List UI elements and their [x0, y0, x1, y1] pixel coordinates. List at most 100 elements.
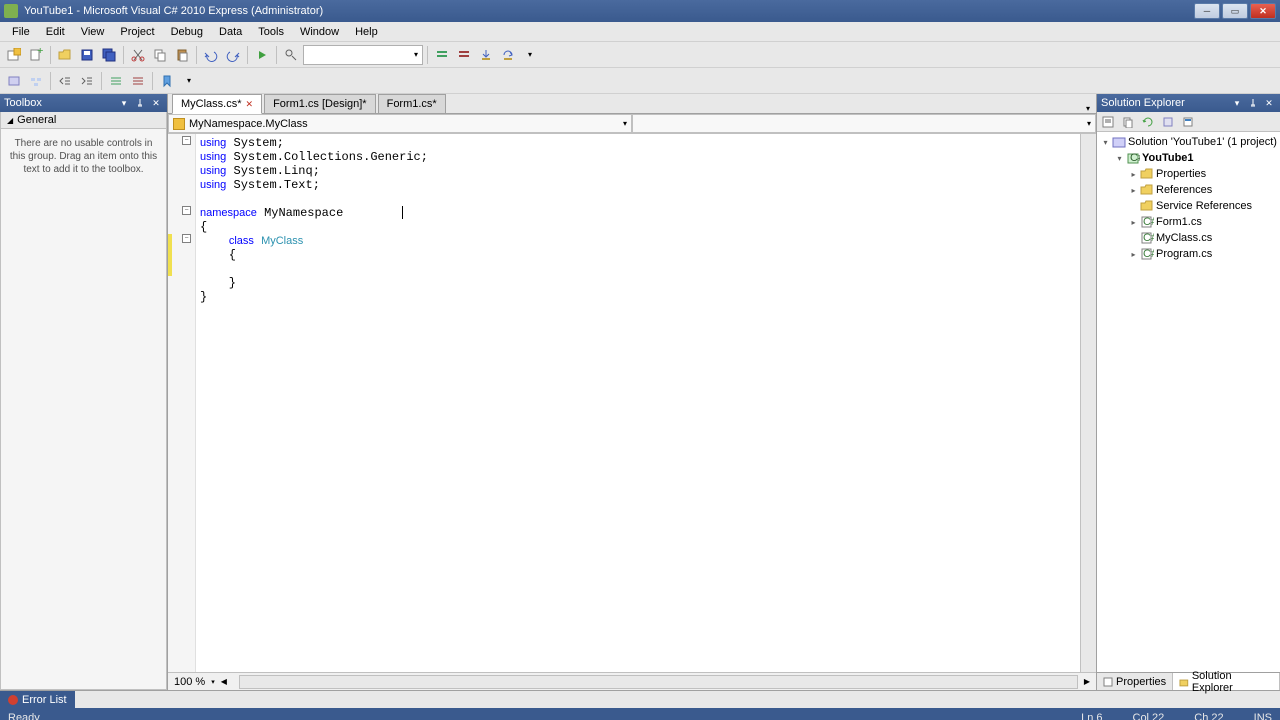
solution-explorer-header: Solution Explorer ▾ ✕ [1097, 94, 1280, 112]
step-over-button[interactable] [498, 45, 518, 65]
minimize-button[interactable]: ─ [1194, 3, 1220, 19]
menu-data[interactable]: Data [211, 24, 250, 40]
toolbox-header: Toolbox ▾ ✕ [0, 94, 167, 112]
folder-icon [1140, 168, 1154, 180]
refresh-button[interactable] [1139, 113, 1157, 131]
tree-expander[interactable] [1129, 234, 1138, 243]
tab-myclass[interactable]: MyClass.cs* ✕ [172, 94, 262, 114]
uncomment-button[interactable] [454, 45, 474, 65]
tree-expander[interactable]: ▾ [1101, 138, 1110, 147]
standard-toolbar: + ▾ ▾ [0, 42, 1280, 68]
find-combo[interactable]: ▾ [303, 45, 423, 65]
properties-button[interactable] [1099, 113, 1117, 131]
new-project-button[interactable] [4, 45, 24, 65]
tree-row[interactable]: C#MyClass.cs [1099, 230, 1278, 246]
status-ins: INS [1254, 712, 1272, 720]
tree-expander[interactable]: ▸ [1129, 186, 1138, 195]
display-class-button[interactable] [4, 71, 24, 91]
toolbox-close-button[interactable]: ✕ [149, 96, 163, 110]
tab-properties[interactable]: Properties [1097, 673, 1173, 690]
tree-expander[interactable]: ▸ [1129, 250, 1138, 259]
copy-button[interactable] [150, 45, 170, 65]
tree-row[interactable]: ▸References [1099, 182, 1278, 198]
close-button[interactable]: ✕ [1250, 3, 1276, 19]
code-text[interactable]: using System; using System.Collections.G… [196, 134, 1080, 672]
horizontal-scrollbar[interactable] [239, 675, 1078, 689]
class-dropdown[interactable]: MyNamespace.MyClass ▾ [168, 114, 632, 133]
tree-row[interactable]: ▸C#Form1.cs [1099, 214, 1278, 230]
toolbox-dropdown-button[interactable]: ▾ [117, 96, 131, 110]
tab-list-dropdown[interactable]: ▾ [1080, 104, 1096, 113]
solution-tree[interactable]: ▾ Solution 'YouTube1' (1 project) ▾C#YouTu… [1097, 132, 1280, 672]
tree-row[interactable]: Service References [1099, 198, 1278, 214]
solution-dropdown-button[interactable]: ▾ [1230, 96, 1244, 110]
save-all-button[interactable] [99, 45, 119, 65]
comment-button[interactable] [432, 45, 452, 65]
undo-button[interactable] [201, 45, 221, 65]
tree-row[interactable]: ▸C#Program.cs [1099, 246, 1278, 262]
maximize-button[interactable]: ▭ [1222, 3, 1248, 19]
tab-close-icon[interactable]: ✕ [246, 99, 254, 110]
tree-row[interactable]: ▾ Solution 'YouTube1' (1 project) [1099, 134, 1278, 150]
menu-edit[interactable]: Edit [38, 24, 73, 40]
step-into-button[interactable] [476, 45, 496, 65]
view-code-button[interactable] [1159, 113, 1177, 131]
increase-indent-button[interactable] [77, 71, 97, 91]
tab-form1-design[interactable]: Form1.cs [Design]* [264, 94, 376, 113]
tree-expander[interactable]: ▾ [1115, 154, 1124, 163]
bookmark-button[interactable] [157, 71, 177, 91]
start-debug-button[interactable] [252, 45, 272, 65]
window-title: YouTube1 - Microsoft Visual C# 2010 Expr… [24, 5, 1194, 17]
member-dropdown[interactable]: ▾ [632, 114, 1096, 133]
error-list-tab[interactable]: Error List [0, 691, 75, 708]
cut-button[interactable] [128, 45, 148, 65]
code-navigation-bar: MyNamespace.MyClass ▾ ▾ [168, 114, 1096, 134]
solution-pin-button[interactable] [1246, 96, 1260, 110]
menu-project[interactable]: Project [112, 24, 162, 40]
tree-expander[interactable]: ▸ [1129, 218, 1138, 227]
menu-help[interactable]: Help [347, 24, 386, 40]
solution-close-button[interactable]: ✕ [1262, 96, 1276, 110]
add-item-button[interactable]: + [26, 45, 46, 65]
view-designer-button[interactable] [1179, 113, 1197, 131]
solution-explorer-panel: Solution Explorer ▾ ✕ ▾ Solution 'YouTube… [1096, 94, 1280, 690]
tree-expander[interactable] [1129, 202, 1138, 211]
tab-form1-cs[interactable]: Form1.cs* [378, 94, 446, 113]
toolbar-options-2-button[interactable]: ▾ [179, 71, 199, 91]
fold-button[interactable]: − [182, 206, 191, 215]
split-right-icon[interactable]: ▶ [1084, 677, 1090, 686]
tree-row[interactable]: ▸Properties [1099, 166, 1278, 182]
vertical-scrollbar[interactable] [1080, 134, 1096, 672]
fold-button[interactable]: − [182, 234, 191, 243]
find-button[interactable] [281, 45, 301, 65]
menu-tools[interactable]: Tools [250, 24, 292, 40]
display-member-button[interactable] [26, 71, 46, 91]
tree-expander[interactable]: ▸ [1129, 170, 1138, 179]
show-all-files-button[interactable] [1119, 113, 1137, 131]
fold-button[interactable]: − [182, 136, 191, 145]
code-editor[interactable]: − − − using System; using System.Collect… [168, 134, 1096, 672]
change-indicator [168, 234, 172, 276]
menu-window[interactable]: Window [292, 24, 347, 40]
tab-solution-explorer[interactable]: Solution Explorer [1173, 673, 1280, 690]
zoom-dropdown-icon[interactable]: ▾ [211, 678, 215, 686]
save-button[interactable] [77, 45, 97, 65]
redo-button[interactable] [223, 45, 243, 65]
comment-lines-button[interactable] [106, 71, 126, 91]
toolbox-group-general[interactable]: ◢ General [1, 112, 166, 129]
toolbar-options-button[interactable]: ▾ [520, 45, 540, 65]
menu-debug[interactable]: Debug [163, 24, 211, 40]
tree-label: Solution 'YouTube1' (1 project) [1128, 136, 1277, 148]
open-file-button[interactable] [55, 45, 75, 65]
paste-button[interactable] [172, 45, 192, 65]
menu-file[interactable]: File [4, 24, 38, 40]
tree-label: MyClass.cs [1156, 232, 1212, 244]
split-left-icon[interactable]: ◀ [221, 677, 227, 686]
zoom-level[interactable]: 100 % [174, 676, 205, 688]
tree-row[interactable]: ▾C#YouTube1 [1099, 150, 1278, 166]
svg-text:C#: C# [1143, 216, 1154, 228]
toolbox-pin-button[interactable] [133, 96, 147, 110]
uncomment-lines-button[interactable] [128, 71, 148, 91]
menu-view[interactable]: View [73, 24, 113, 40]
decrease-indent-button[interactable] [55, 71, 75, 91]
